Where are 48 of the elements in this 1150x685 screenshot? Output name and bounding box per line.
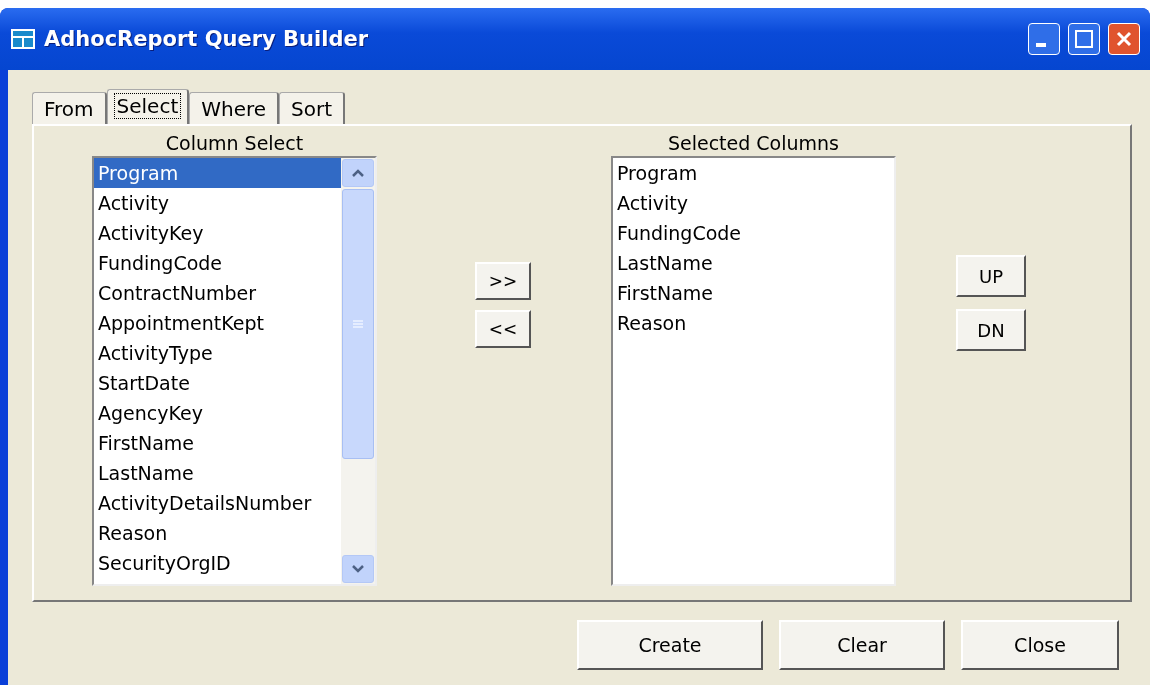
list-item[interactable]: FundingCode	[94, 248, 341, 278]
close-icon	[1115, 30, 1133, 48]
tab[interactable]: Where	[189, 92, 280, 124]
list-item[interactable]: LastName	[94, 458, 341, 488]
close-button[interactable]	[1108, 23, 1140, 55]
chevron-down-icon	[351, 564, 365, 574]
list-item[interactable]: Reason	[613, 308, 894, 338]
transfer-button[interactable]: <<	[475, 310, 531, 348]
window-title: AdhocReport Query Builder	[44, 27, 370, 51]
scroll-thumb[interactable]	[342, 189, 374, 459]
list-item[interactable]: Activity	[613, 188, 894, 218]
minimize-button[interactable]	[1028, 23, 1060, 55]
list-item[interactable]: StartDate	[94, 368, 341, 398]
list-item[interactable]: FirstName	[613, 278, 894, 308]
list-item[interactable]: LastName	[613, 248, 894, 278]
list-item[interactable]: Program	[613, 158, 894, 188]
list-item[interactable]: ContractNumber	[94, 278, 341, 308]
list-item[interactable]: Program	[94, 158, 341, 188]
maximize-button[interactable]	[1068, 23, 1100, 55]
list-item[interactable]: ActivityDetailsNumber	[94, 488, 341, 518]
list-item[interactable]: Reason	[94, 518, 341, 548]
move-button[interactable]: UP	[956, 255, 1026, 297]
maximize-icon	[1075, 30, 1093, 48]
tab[interactable]: From	[32, 92, 107, 124]
action-button[interactable]: Close	[961, 620, 1119, 670]
selected-column-list[interactable]: Program Activity FundingCode LastName FirstName Reason	[611, 156, 896, 586]
list-caption: Selected Columns	[667, 132, 840, 156]
tab[interactable]: Sort	[279, 92, 346, 124]
list-item[interactable]: ActivityType	[94, 338, 341, 368]
scroll-up-button[interactable]	[342, 159, 374, 187]
list-caption: Column Select	[165, 132, 304, 156]
tab[interactable]: Select	[106, 89, 190, 124]
chevron-up-icon	[351, 168, 365, 178]
list-item[interactable]: FundingCode	[613, 218, 894, 248]
table-icon	[10, 28, 36, 50]
list-item[interactable]: FirstName	[94, 428, 341, 458]
list-item[interactable]: Activity	[94, 188, 341, 218]
minimize-icon	[1036, 43, 1046, 47]
transfer-button[interactable]: >>	[475, 262, 531, 300]
scroll-down-button[interactable]	[342, 555, 374, 583]
column-list[interactable]: Program Activity ActivityKey FundingCode ContractNumber AppointmentKept ActivityType StartDate AgencyKey FirstName LastName ActivityDetailsNumber Reason SecurityOrgID	[92, 156, 377, 586]
list-item[interactable]: SecurityOrgID	[94, 548, 341, 578]
action-button[interactable]: Create	[577, 620, 763, 670]
list-item[interactable]: ActivityKey	[94, 218, 341, 248]
list-item[interactable]: AppointmentKept	[94, 308, 341, 338]
move-button[interactable]: DN	[956, 309, 1026, 351]
list-item[interactable]: AgencyKey	[94, 398, 341, 428]
action-button[interactable]: Clear	[779, 620, 945, 670]
